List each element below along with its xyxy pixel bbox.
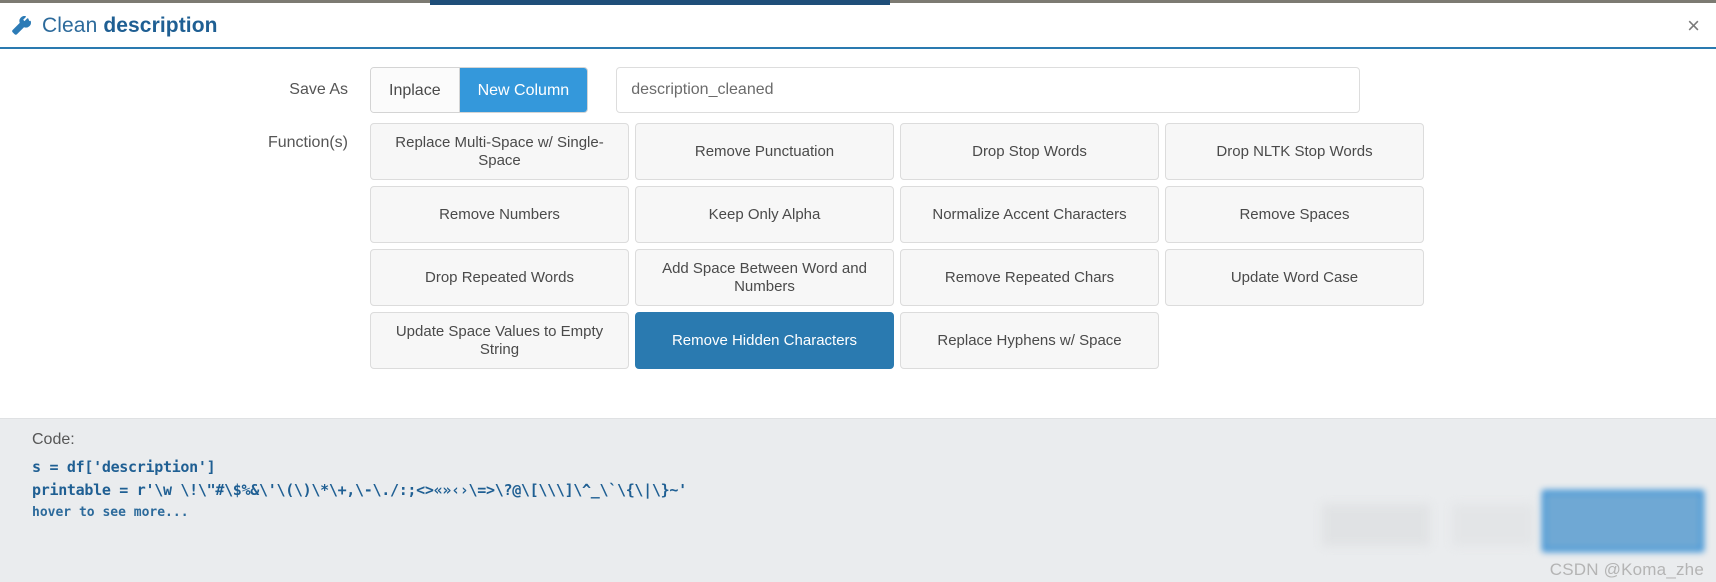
new-column-name-input[interactable] <box>616 67 1361 113</box>
function-button[interactable]: Replace Hyphens w/ Space <box>900 312 1159 369</box>
wrench-icon <box>10 15 32 37</box>
function-button[interactable]: Normalize Accent Characters <box>900 186 1159 243</box>
save-as-toggle-group[interactable]: Inplace New Column <box>370 67 589 113</box>
page-edge-left <box>0 0 430 3</box>
redacted-primary-button[interactable] <box>1542 490 1704 552</box>
code-line-1: s = df['description'] <box>32 458 216 476</box>
watermark: CSDN @Koma_zhe <box>1549 560 1704 579</box>
function-button[interactable]: Update Space Values to Empty String <box>370 312 629 369</box>
save-as-option-inplace[interactable]: Inplace <box>371 68 460 112</box>
functions-label: Function(s) <box>267 134 348 151</box>
function-button[interactable]: Remove Punctuation <box>635 123 894 180</box>
modal-body: Save As Inplace New Column Function(s) R… <box>0 49 1716 418</box>
function-button[interactable]: Remove Spaces <box>1165 186 1424 243</box>
function-button[interactable]: Update Word Case <box>1165 249 1424 306</box>
function-button[interactable]: Drop Stop Words <box>900 123 1159 180</box>
page-title: Clean description <box>42 14 218 38</box>
save-as-row: Save As Inplace New Column <box>0 67 1716 113</box>
function-button[interactable]: Remove Numbers <box>370 186 629 243</box>
function-button[interactable]: Remove Hidden Characters <box>635 312 894 369</box>
modal-header: Clean description × <box>0 5 1716 49</box>
page-edge-right <box>890 0 1716 3</box>
save-as-option-new-column[interactable]: New Column <box>459 68 588 112</box>
modal-title-column: description <box>103 14 218 37</box>
code-footer: Code: s = df['description'] printable = … <box>0 418 1716 582</box>
code-line-2: printable = r'\w \!\"#\$%&\'\(\)\*\+,\-\… <box>32 481 687 500</box>
save-as-label: Save As <box>289 81 348 98</box>
function-button[interactable]: Drop Repeated Words <box>370 249 629 306</box>
code-label: Code: <box>32 431 75 448</box>
function-button[interactable]: Drop NLTK Stop Words <box>1165 123 1424 180</box>
function-button[interactable]: Keep Only Alpha <box>635 186 894 243</box>
clean-column-modal: Clean description × Save As Inplace New … <box>0 5 1716 582</box>
function-button[interactable]: Replace Multi-Space w/ Single-Space <box>370 123 629 180</box>
close-icon[interactable]: × <box>1687 15 1700 37</box>
function-button[interactable]: Add Space Between Word and Numbers <box>635 249 894 306</box>
function-button[interactable]: Remove Repeated Chars <box>900 249 1159 306</box>
redacted-button-a[interactable] <box>1322 504 1430 546</box>
redacted-button-b[interactable] <box>1452 504 1534 546</box>
modal-title-prefix: Clean <box>42 14 104 37</box>
functions-row: Function(s) Replace Multi-Space w/ Singl… <box>0 123 1716 369</box>
functions-grid: Replace Multi-Space w/ Single-Space Remov… <box>370 123 1426 369</box>
